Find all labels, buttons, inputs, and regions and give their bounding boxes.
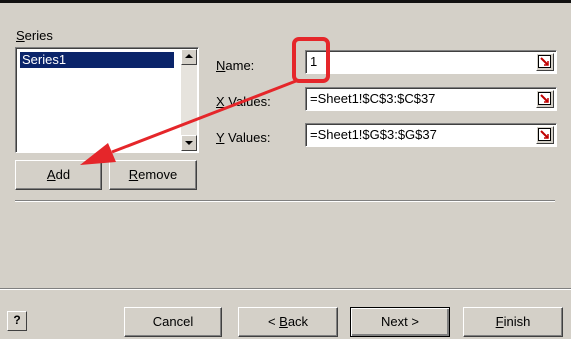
arrow-head [80, 143, 116, 165]
arrow-shaft [111, 79, 297, 154]
annotation-arrow [80, 79, 297, 165]
